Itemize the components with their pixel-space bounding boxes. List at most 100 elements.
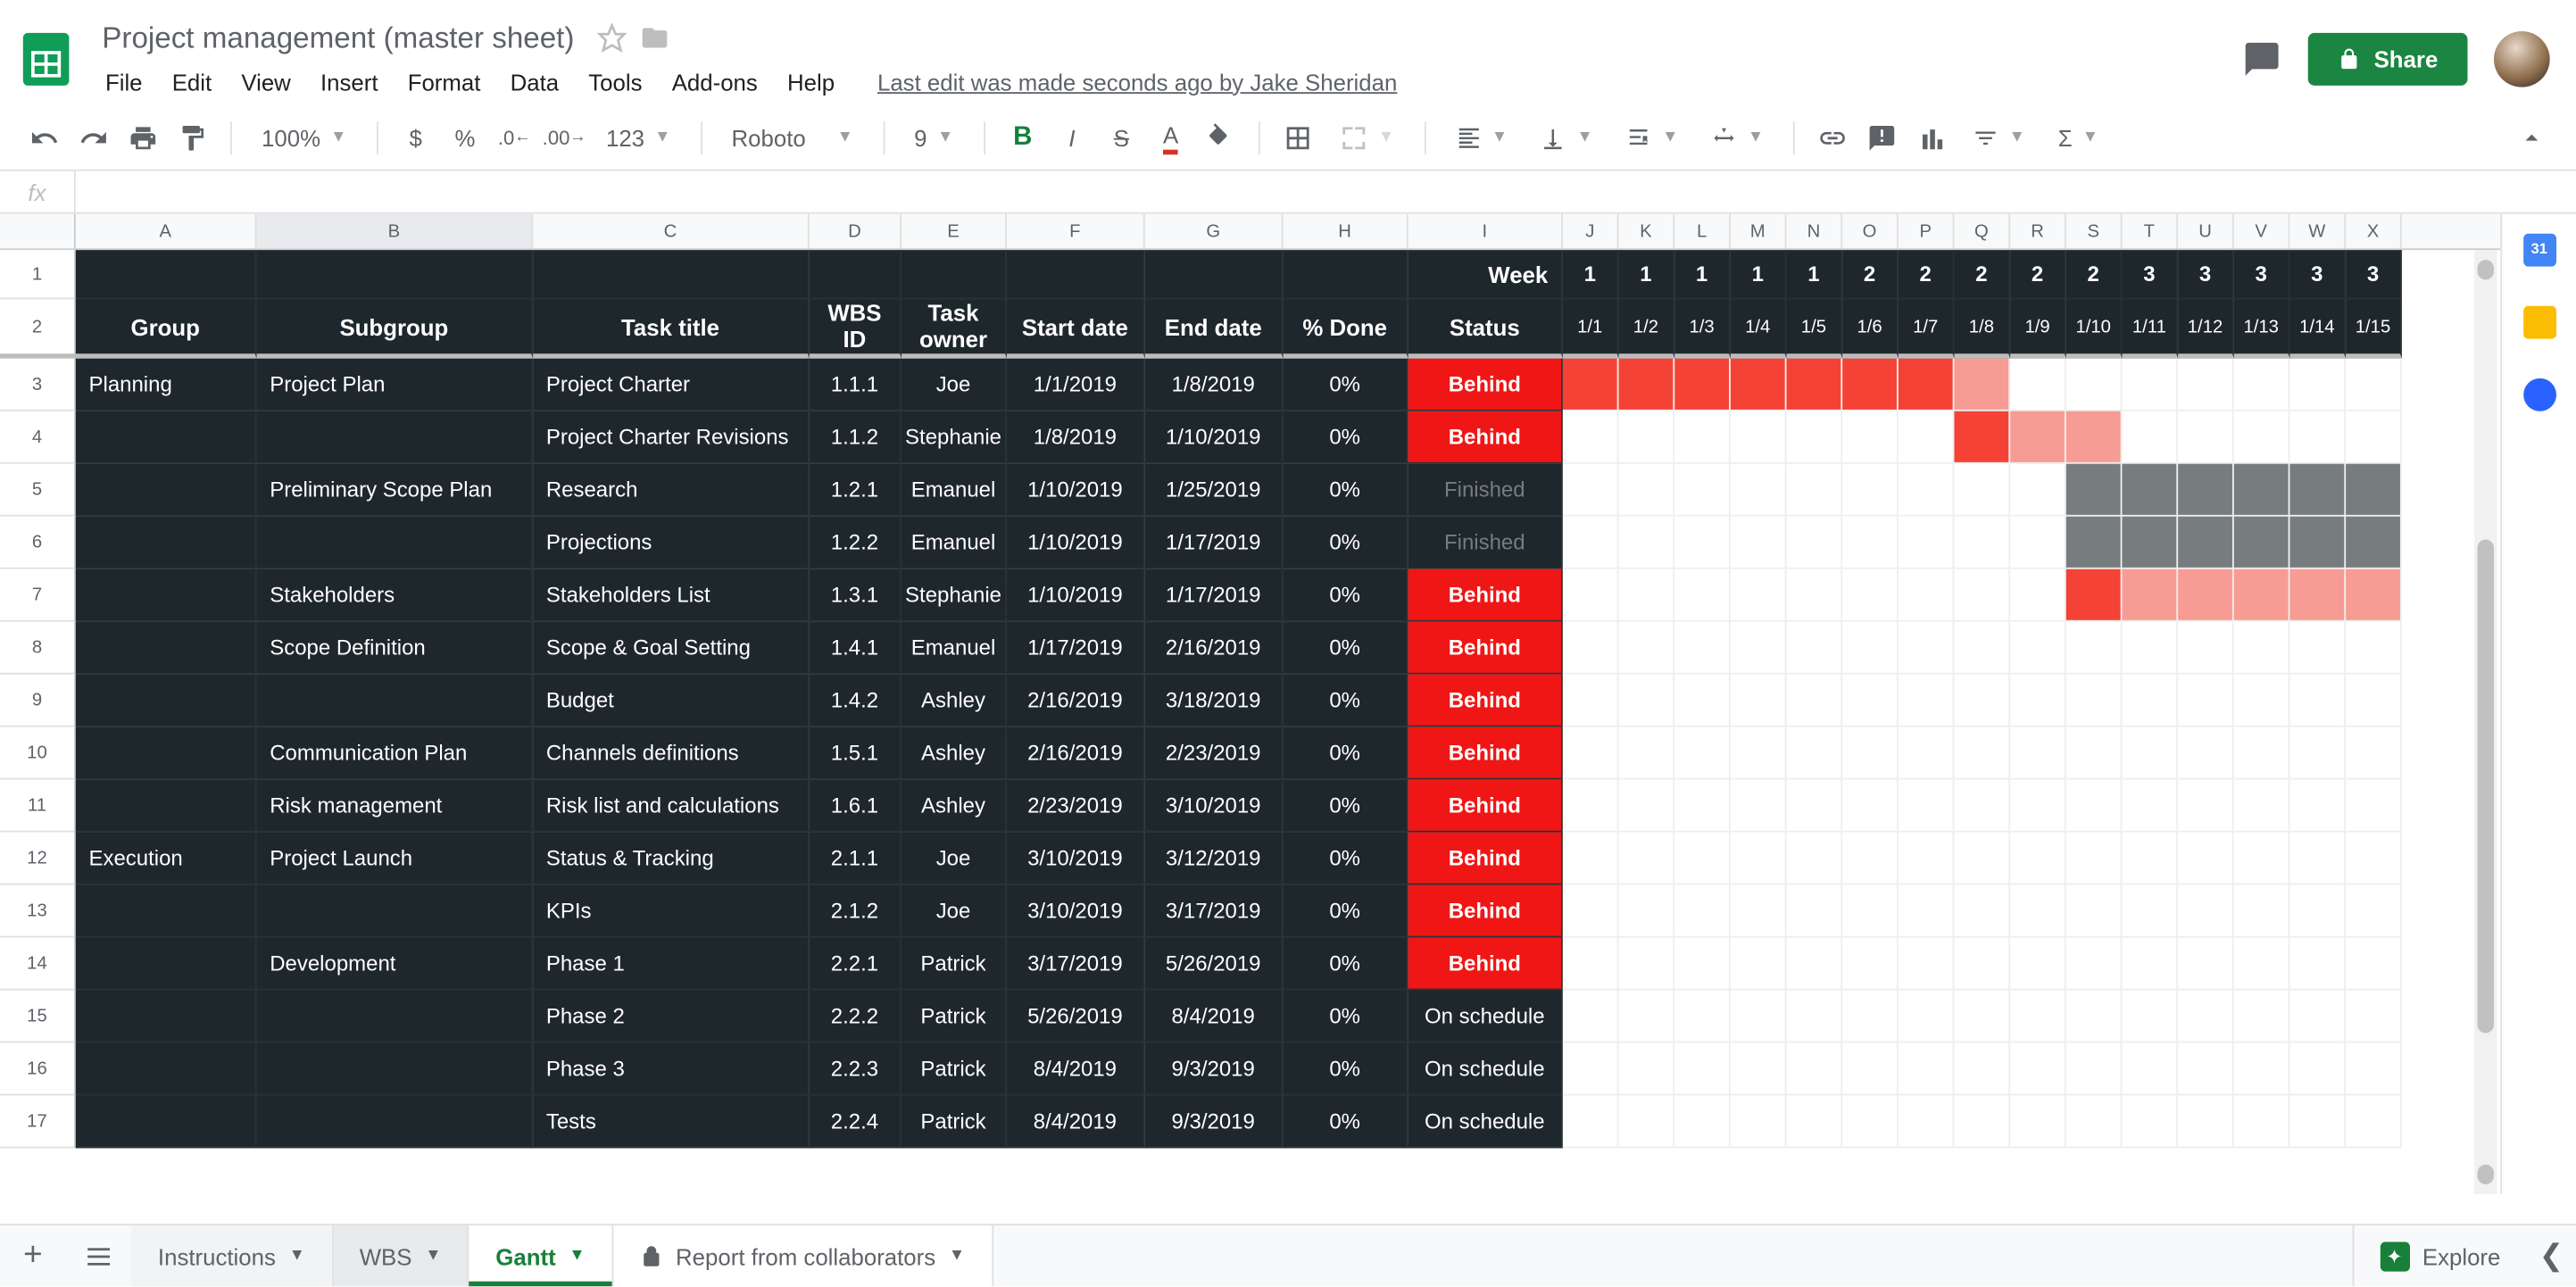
percent-icon[interactable]: % [444,116,486,159]
gantt-cell[interactable] [1731,780,1787,833]
cell-status[interactable]: Behind [1408,411,1563,464]
col-header-K[interactable]: K [1619,214,1675,249]
cell-status[interactable]: On schedule [1408,1042,1563,1095]
gantt-cell[interactable] [1619,990,1675,1042]
gantt-cell[interactable] [1842,990,1899,1042]
gantt-cell[interactable] [1899,780,1955,833]
gantt-cell[interactable] [2178,833,2234,885]
col-header-S[interactable]: S [2066,214,2123,249]
week-label[interactable]: Week [1408,250,1563,299]
gantt-cell[interactable] [2234,885,2290,938]
col-header-M[interactable]: M [1731,214,1787,249]
cell-task[interactable]: Research [533,464,810,517]
gantt-cell[interactable] [1674,1042,1731,1095]
gantt-cell[interactable] [2066,1095,2123,1148]
cell-owner[interactable]: Patrick [902,990,1007,1042]
gantt-cell[interactable] [2178,727,2234,780]
gantt-cell[interactable] [2178,464,2234,517]
menu-help[interactable]: Help [774,62,848,101]
gantt-cell[interactable] [1731,622,1787,675]
paint-format-icon[interactable] [171,116,214,159]
gantt-cell[interactable] [2010,517,2066,569]
col-header-E[interactable]: E [902,214,1007,249]
cell-start[interactable]: 3/10/2019 [1007,833,1145,885]
week-number[interactable]: 2 [2010,250,2066,299]
gantt-cell[interactable] [1954,780,2010,833]
gantt-cell[interactable] [1899,990,1955,1042]
week-number[interactable]: 2 [1899,250,1955,299]
gantt-cell[interactable] [2122,833,2178,885]
field-header[interactable]: Start date [1007,299,1145,358]
cell-group[interactable] [76,1042,257,1095]
gantt-cell[interactable] [1899,622,1955,675]
row-header[interactable]: 5 [0,464,76,517]
cell-owner[interactable]: Patrick [902,1095,1007,1148]
gantt-cell[interactable] [2010,622,2066,675]
gantt-cell[interactable] [1899,1095,1955,1148]
gantt-cell[interactable] [1731,517,1787,569]
gantt-cell[interactable] [2066,990,2123,1042]
col-header-R[interactable]: R [2010,214,2066,249]
gantt-cell[interactable] [1674,833,1731,885]
gantt-cell[interactable] [1954,1042,2010,1095]
gantt-cell[interactable] [1786,411,1842,464]
cell-subgroup[interactable] [257,1042,534,1095]
menu-view[interactable]: View [229,62,304,101]
week-number[interactable]: 3 [2289,250,2346,299]
gantt-cell[interactable] [1674,569,1731,622]
gantt-cell[interactable] [2010,938,2066,991]
cell-end[interactable]: 1/8/2019 [1145,359,1284,411]
cell-subgroup[interactable]: Development [257,938,534,991]
cell-start[interactable]: 2/23/2019 [1007,780,1145,833]
date-header[interactable]: 1/6 [1842,299,1899,358]
cell[interactable] [257,250,534,299]
col-header-H[interactable]: H [1284,214,1408,249]
cell-group[interactable] [76,885,257,938]
gantt-cell[interactable] [1563,780,1619,833]
menu-format[interactable]: Format [395,62,494,101]
gantt-cell[interactable] [2066,569,2123,622]
cell[interactable] [902,250,1007,299]
cell-pct[interactable]: 0% [1284,727,1408,780]
gantt-cell[interactable] [1899,833,1955,885]
gantt-cell[interactable] [1954,833,2010,885]
gantt-cell[interactable] [2066,885,2123,938]
decrease-decimal-icon[interactable]: .0← [493,116,536,159]
gantt-cell[interactable] [1786,675,1842,727]
row-header[interactable]: 10 [0,727,76,780]
cell-subgroup[interactable] [257,1095,534,1148]
gantt-cell[interactable] [2178,569,2234,622]
cell-subgroup[interactable]: Communication Plan [257,727,534,780]
gantt-cell[interactable] [2289,727,2346,780]
cell-wbs[interactable]: 1.6.1 [810,780,902,833]
gantt-cell[interactable] [2122,411,2178,464]
gantt-cell[interactable] [2178,1042,2234,1095]
keep-icon[interactable] [2522,306,2555,339]
cell-end[interactable]: 3/10/2019 [1145,780,1284,833]
menu-file[interactable]: File [92,62,155,101]
col-header-U[interactable]: U [2178,214,2234,249]
gantt-cell[interactable] [1842,938,1899,991]
gantt-cell[interactable] [1563,833,1619,885]
gantt-cell[interactable] [2178,359,2234,411]
gantt-cell[interactable] [1619,1095,1675,1148]
field-header[interactable]: Task title [533,299,810,358]
gantt-cell[interactable] [1786,1095,1842,1148]
cell-task[interactable]: Tests [533,1095,810,1148]
undo-icon[interactable] [23,116,66,159]
cell-wbs[interactable]: 1.5.1 [810,727,902,780]
cell-pct[interactable]: 0% [1284,359,1408,411]
gantt-cell[interactable] [1954,464,2010,517]
cell-end[interactable]: 5/26/2019 [1145,938,1284,991]
cell[interactable] [1145,250,1284,299]
cell-group[interactable] [76,569,257,622]
week-number[interactable]: 1 [1563,250,1619,299]
cell-wbs[interactable]: 1.1.1 [810,359,902,411]
gantt-cell[interactable] [2346,780,2402,833]
gantt-cell[interactable] [1899,1042,1955,1095]
gantt-cell[interactable] [2289,569,2346,622]
gantt-cell[interactable] [2066,1042,2123,1095]
side-panel-toggle-icon[interactable]: ❮ [2527,1239,2576,1274]
gantt-cell[interactable] [1899,569,1955,622]
gantt-cell[interactable] [1619,833,1675,885]
